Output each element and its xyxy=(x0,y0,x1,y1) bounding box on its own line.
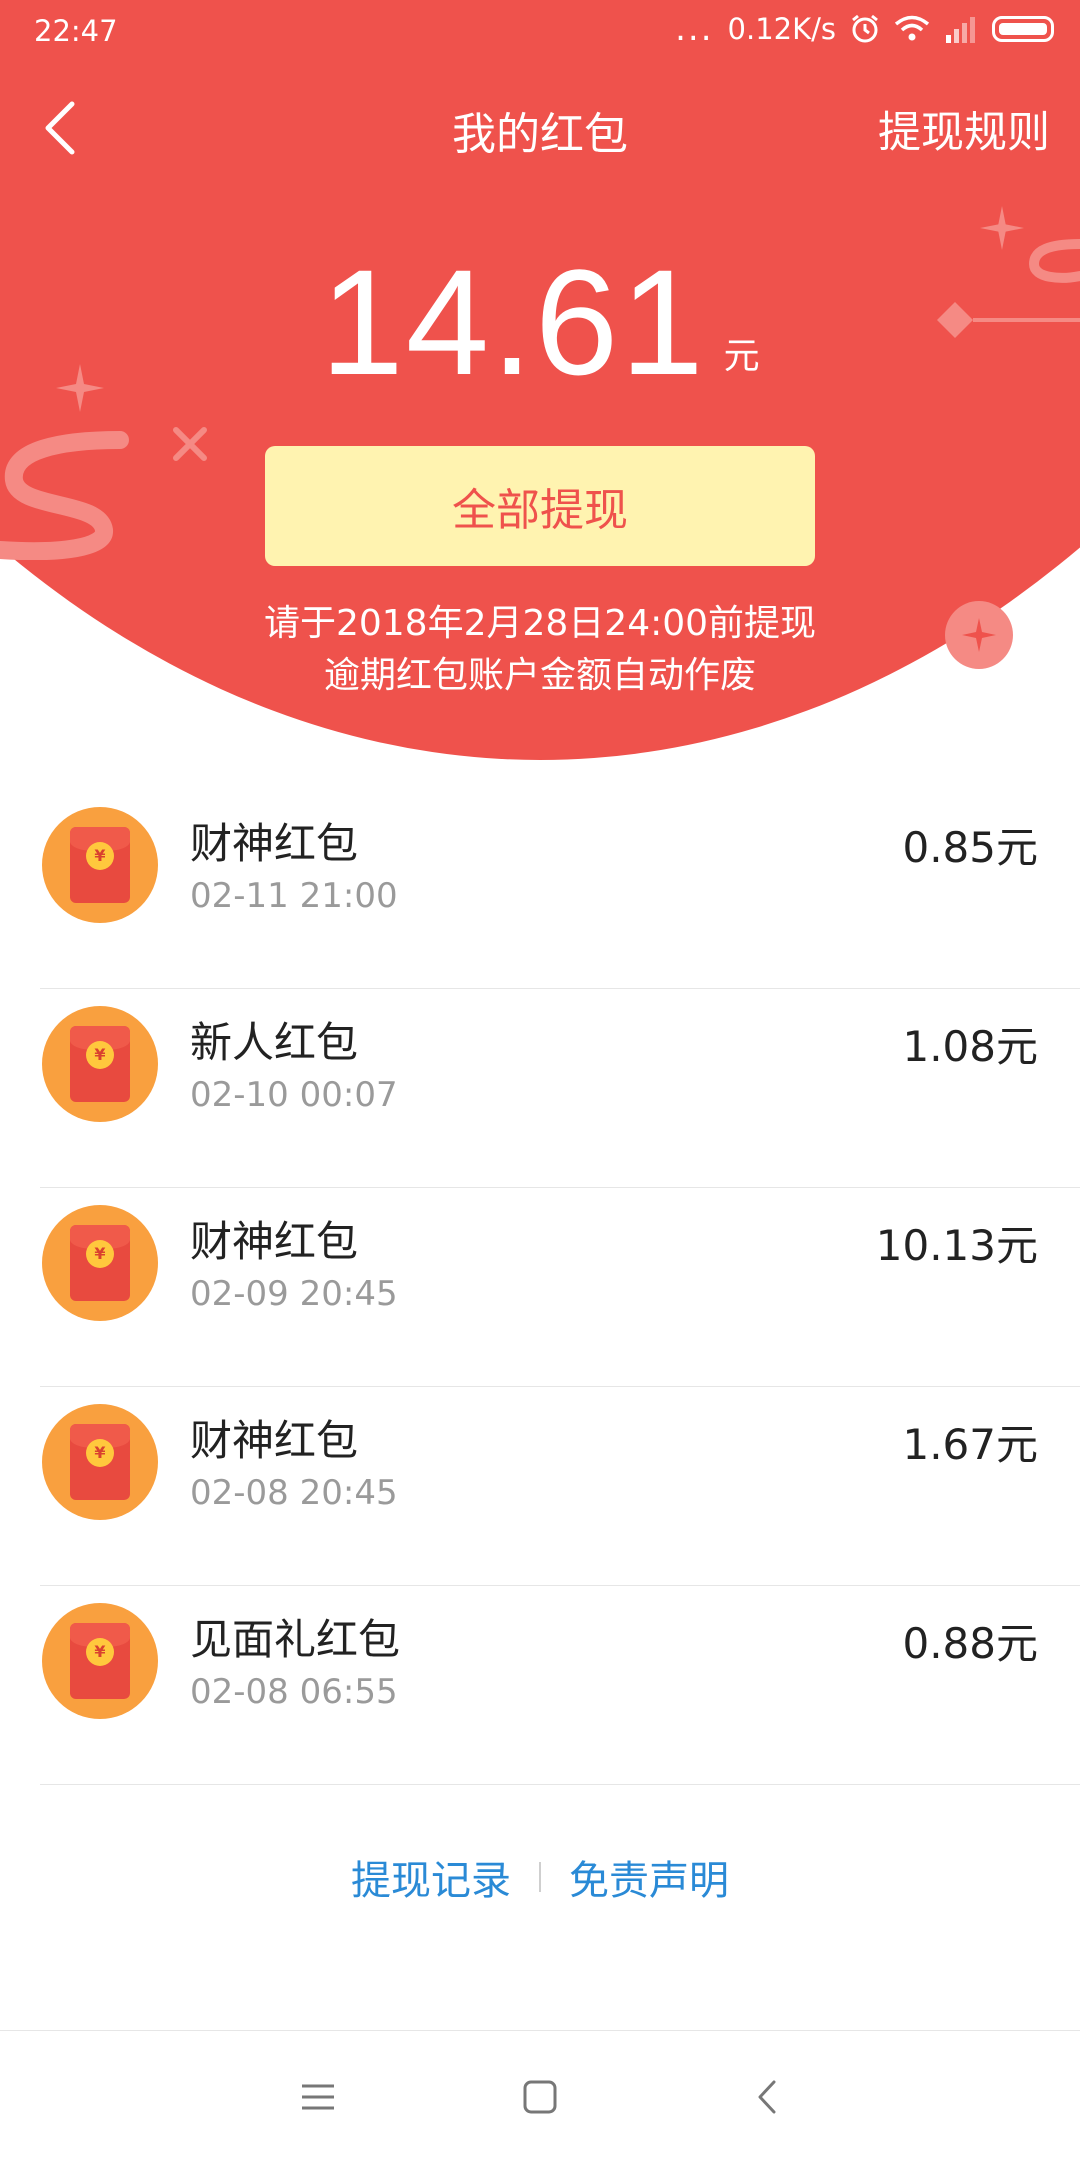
item-amount: 1.67元 xyxy=(902,1420,1038,1469)
divider xyxy=(40,1784,1080,1785)
withdraw-deadline-notice: 请于2018年2月28日24:00前提现 逾期红包账户金额自动作废 xyxy=(0,598,1080,702)
item-time: 02-09 20:45 xyxy=(190,1274,398,1314)
item-title: 见面礼红包 xyxy=(190,1615,401,1664)
item-time: 02-11 21:00 xyxy=(190,876,398,916)
status-bar: 22:47 ... 0.12K/s xyxy=(0,0,1080,68)
coin-icon: ¥ xyxy=(86,842,114,870)
more-dots-icon: ... xyxy=(675,9,714,49)
red-envelope-icon: ¥ xyxy=(42,1603,158,1719)
list-item[interactable]: ¥ 财神红包 02-11 21:00 0.85元 xyxy=(0,790,1080,989)
navigation-bar: 我的红包 提现规则 xyxy=(0,90,1080,164)
withdraw-rules-link[interactable]: 提现规则 xyxy=(878,98,1050,160)
network-speed: 0.12K/s xyxy=(727,12,836,46)
swirl-decoration-icon xyxy=(0,431,129,560)
item-amount: 1.08元 xyxy=(902,1022,1038,1071)
list-item[interactable]: ¥ 见面礼红包 02-08 06:55 0.88元 xyxy=(0,1586,1080,1785)
header-banner: 22:47 ... 0.12K/s 我的红包 提现规则 14.61 元 全部提现… xyxy=(0,0,1080,770)
list-item[interactable]: ¥ 财神红包 02-09 20:45 10.13元 xyxy=(0,1188,1080,1387)
item-amount: 0.88元 xyxy=(902,1619,1038,1668)
item-title: 新人红包 xyxy=(190,1018,359,1067)
balance-display: 14.61 元 xyxy=(0,236,1080,409)
red-envelope-icon: ¥ xyxy=(42,807,158,923)
withdraw-history-link[interactable]: 提现记录 xyxy=(351,1858,511,1904)
item-time: 02-08 06:55 xyxy=(190,1672,398,1712)
withdraw-all-button[interactable]: 全部提现 xyxy=(265,446,815,566)
balance-amount: 14.61 xyxy=(320,238,706,406)
cross-decoration-icon xyxy=(173,427,207,461)
status-indicators: ... 0.12K/s xyxy=(675,12,1054,46)
coin-icon: ¥ xyxy=(86,1041,114,1069)
disclaimer-link[interactable]: 免责声明 xyxy=(569,1858,729,1904)
coin-icon: ¥ xyxy=(86,1638,114,1666)
coin-icon: ¥ xyxy=(86,1439,114,1467)
red-envelope-icon: ¥ xyxy=(42,1205,158,1321)
red-envelope-list: ¥ 财神红包 02-11 21:00 0.85元 ¥ 新人红包 02-10 00… xyxy=(0,790,1080,1785)
item-title: 财神红包 xyxy=(190,819,359,868)
menu-icon[interactable] xyxy=(298,2077,338,2117)
alarm-icon xyxy=(852,14,878,43)
item-title: 财神红包 xyxy=(190,1416,359,1465)
notice-line-deadline: 请于2018年2月28日24:00前提现 xyxy=(263,603,817,644)
item-time: 02-10 00:07 xyxy=(190,1075,398,1115)
signal-icon xyxy=(946,17,975,43)
item-title: 财神红包 xyxy=(190,1217,359,1266)
red-envelope-icon: ¥ xyxy=(42,1006,158,1122)
home-icon[interactable] xyxy=(520,2077,560,2117)
back-icon[interactable] xyxy=(748,2077,788,2117)
coin-icon: ¥ xyxy=(86,1240,114,1268)
list-item[interactable]: ¥ 新人红包 02-10 00:07 1.08元 xyxy=(0,989,1080,1188)
status-time: 22:47 xyxy=(34,14,118,48)
link-separator xyxy=(539,1862,541,1892)
wifi-icon xyxy=(894,15,930,41)
balance-unit: 元 xyxy=(723,336,760,377)
footer-links: 提现记录 免责声明 xyxy=(0,1848,1080,1906)
item-amount: 10.13元 xyxy=(875,1221,1038,1270)
battery-icon xyxy=(992,16,1054,42)
red-envelope-icon: ¥ xyxy=(42,1404,158,1520)
item-time: 02-08 20:45 xyxy=(190,1473,398,1513)
notice-line-expiry: 逾期红包账户金额自动作废 xyxy=(323,655,756,696)
system-navigation-bar xyxy=(0,2030,1080,2161)
list-item[interactable]: ¥ 财神红包 02-08 20:45 1.67元 xyxy=(0,1387,1080,1586)
item-amount: 0.85元 xyxy=(902,823,1038,872)
